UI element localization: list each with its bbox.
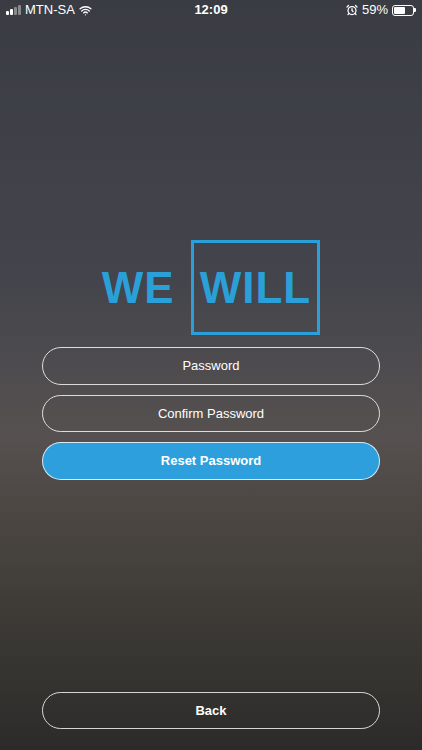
confirm-password-field[interactable] [42, 395, 380, 433]
battery-icon [392, 5, 416, 16]
signal-icon [6, 5, 21, 15]
carrier-label: MTN-SA [25, 0, 75, 20]
back-button[interactable]: Back [42, 692, 380, 730]
reset-password-screen: MTN-SA 12:09 59% WE WILL Reset Password Back [0, 0, 422, 750]
logo: WE WILL [102, 240, 320, 335]
password-field[interactable] [42, 347, 380, 385]
logo-left-text: WE [102, 266, 175, 310]
battery-label: 59% [362, 0, 388, 20]
logo-right-text: WILL [200, 266, 312, 310]
alarm-icon [346, 4, 358, 16]
status-bar: MTN-SA 12:09 59% [0, 0, 422, 20]
logo-box: WILL [191, 240, 321, 335]
time-label: 12:09 [194, 0, 227, 20]
background-photo: WE WILL Reset Password Back [0, 20, 422, 750]
reset-password-button[interactable]: Reset Password [42, 442, 380, 480]
wifi-icon [79, 4, 92, 17]
